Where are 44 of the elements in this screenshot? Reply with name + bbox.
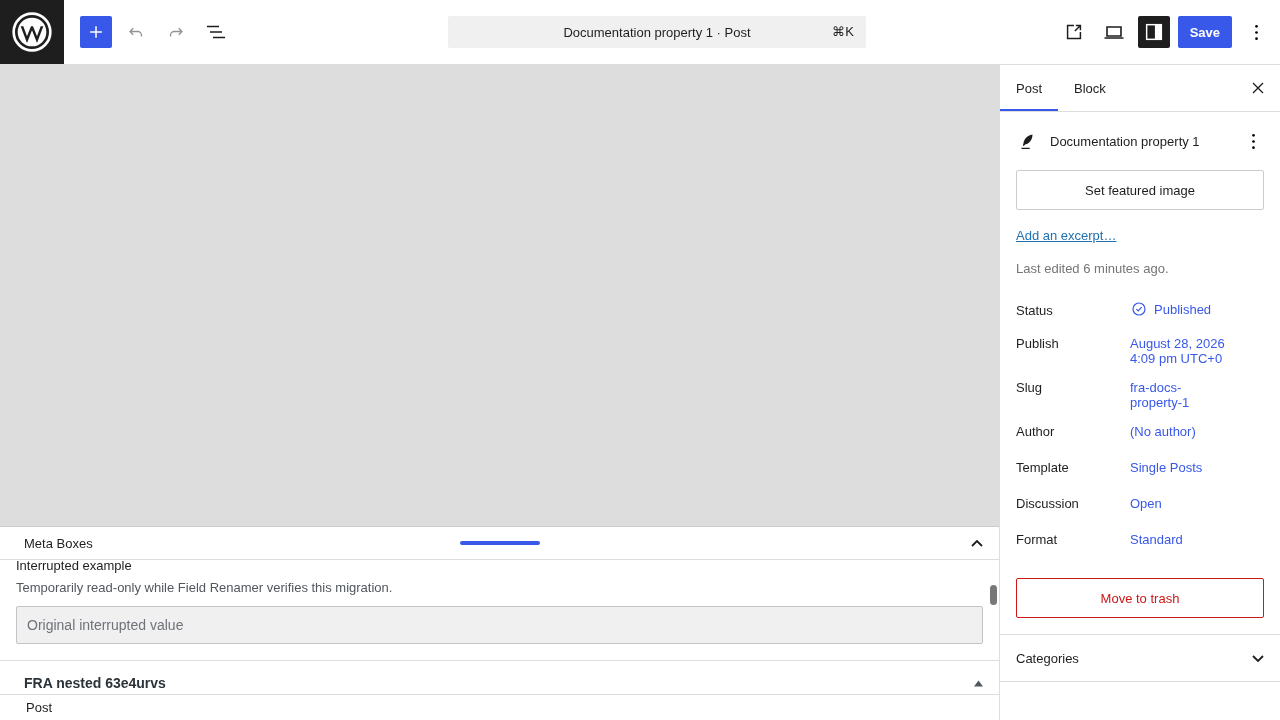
- collapse-button[interactable]: [971, 539, 983, 547]
- wordpress-logo[interactable]: [12, 12, 52, 52]
- sidebar-tab[interactable]: Block: [1058, 65, 1122, 111]
- field-help-text: Temporarily read-only while Field Renamer verifies this migration.: [16, 580, 394, 595]
- panel-toggle[interactable]: Categories: [1000, 635, 1280, 682]
- chevron-up-icon: [971, 539, 983, 547]
- post-title: Documentation property 1: [1050, 133, 1200, 149]
- breadcrumb[interactable]: Post: [26, 700, 52, 715]
- resize-handle[interactable]: [460, 541, 540, 545]
- property-value-button[interactable]: Single Posts: [1130, 460, 1203, 475]
- sidebar-tab[interactable]: Post: [1000, 65, 1058, 111]
- property-value-button[interactable]: (No author): [1130, 424, 1196, 439]
- check-circle-icon: [1130, 300, 1148, 318]
- property-label: Publish: [1016, 335, 1060, 352]
- keyboard-shortcut: ⌘K: [832, 24, 854, 39]
- property-value-button[interactable]: fra-docs-property-1: [1130, 380, 1228, 410]
- field-label: Interrupted example: [16, 560, 133, 573]
- property-label: Author: [1016, 423, 1056, 440]
- scrollbar-thumb[interactable]: [990, 585, 997, 605]
- property-label: Status: [1016, 302, 1054, 319]
- meta-box-title: FRA nested 63e4urvs: [24, 675, 166, 691]
- panel-title: Meta Boxes: [24, 535, 93, 551]
- set-featured-image-button[interactable]: Set featured image: [1016, 170, 1264, 210]
- property-value-button[interactable]: Standard: [1130, 532, 1183, 547]
- property-value-button[interactable]: Open: [1130, 496, 1162, 511]
- command-bar[interactable]: Documentation property 1 · Post ⌘K: [448, 16, 866, 48]
- status-value: Published: [1154, 301, 1212, 317]
- property-label: Discussion: [1016, 495, 1080, 512]
- property-value-button[interactable]: August 28, 2026 4:09 pm UTC+0: [1130, 336, 1228, 366]
- more-vertical-icon: [1254, 24, 1258, 40]
- property-label: Slug: [1016, 379, 1044, 396]
- add-block-button[interactable]: [80, 16, 112, 48]
- last-edited-text: Last edited 6 minutes ago.: [1016, 261, 1170, 276]
- more-vertical-icon: [1252, 133, 1255, 149]
- settings-toggle-button[interactable]: [1137, 16, 1170, 48]
- chevron-down-icon: [1252, 654, 1264, 662]
- save-button[interactable]: Save: [1177, 16, 1232, 48]
- property-label: Format: [1016, 531, 1059, 548]
- collapse-button[interactable]: [974, 678, 983, 688]
- status-button[interactable]: Published: [1130, 300, 1212, 318]
- add-excerpt-link[interactable]: Add an excerpt…: [1016, 228, 1117, 243]
- property-label: Template: [1016, 459, 1070, 476]
- triangle-up-icon: [974, 678, 983, 688]
- move-to-trash-button[interactable]: Move to trash: [1016, 578, 1264, 618]
